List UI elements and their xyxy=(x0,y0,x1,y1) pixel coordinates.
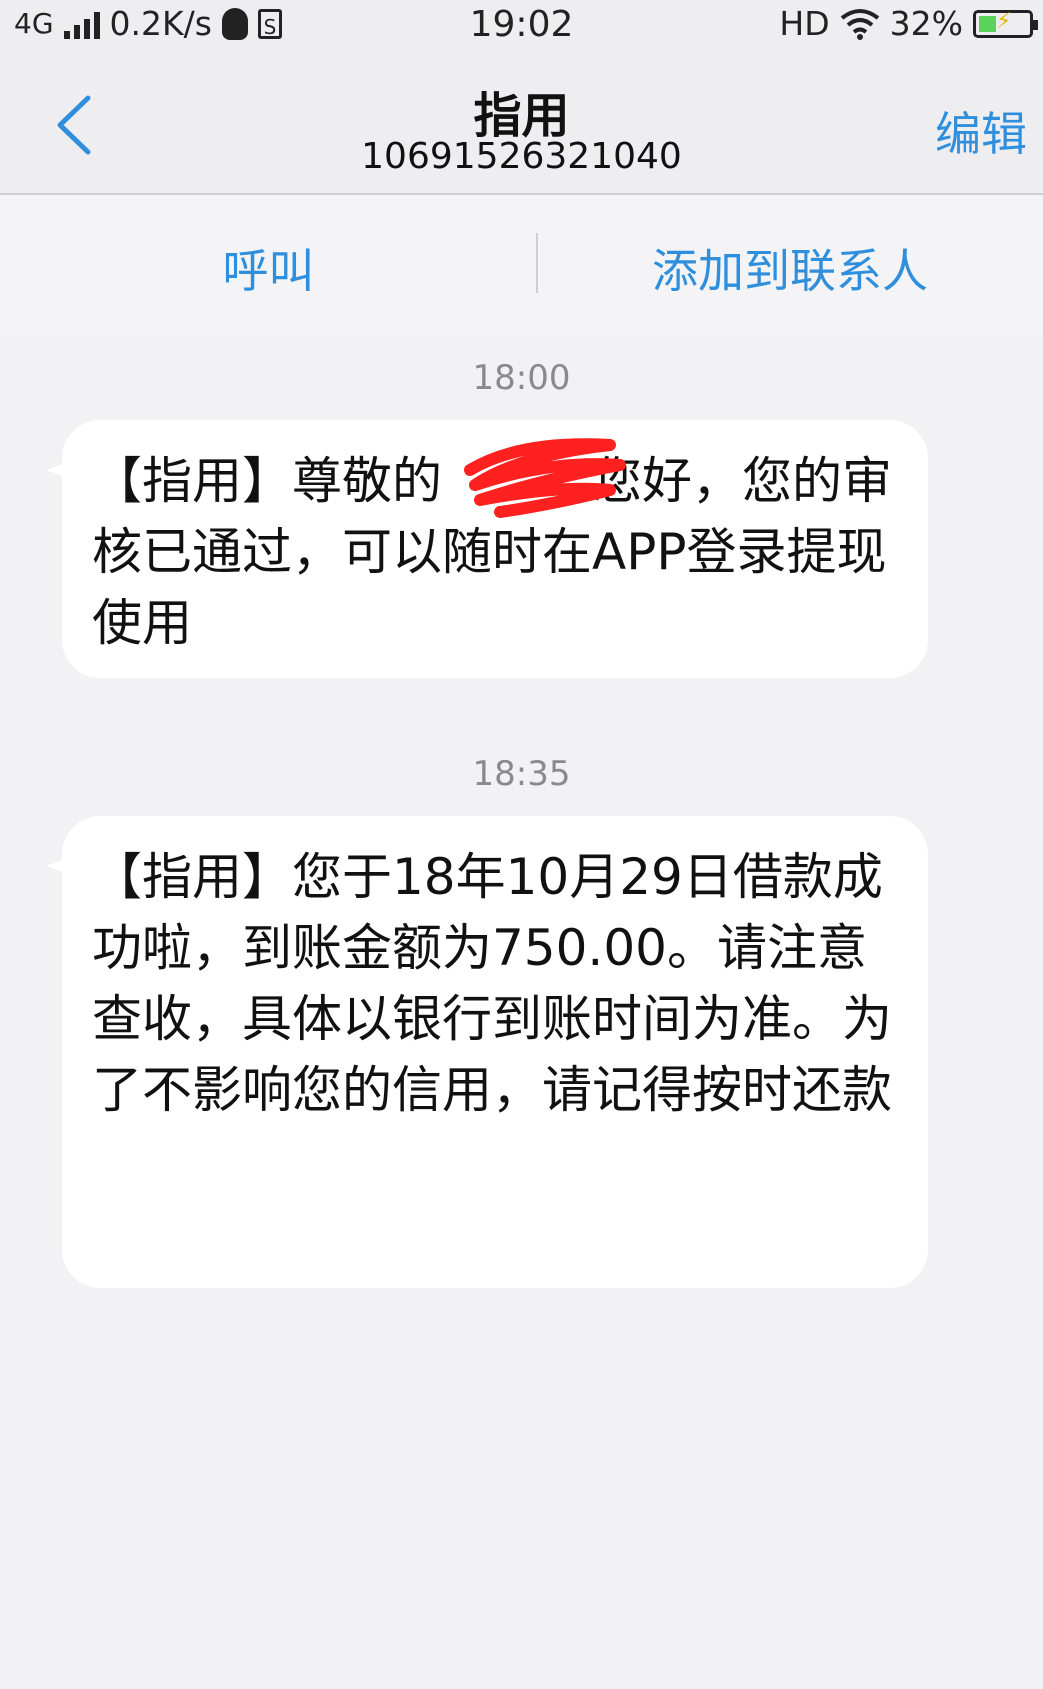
redaction-scribble xyxy=(464,438,626,518)
contact-actions: 呼叫 添加到联系人 xyxy=(0,195,1043,335)
message-bubble[interactable]: 【指用】您于18年10月29日借款成功啦，到账金额为750.00。请注意查收，具… xyxy=(62,816,928,1288)
edit-button[interactable]: 编辑 xyxy=(935,98,1027,164)
battery-icon: ⚡ xyxy=(973,8,1038,38)
battery-fill xyxy=(979,15,997,32)
battery-percent: 32% xyxy=(889,4,963,43)
status-bar: 4G 0.2K/s S 19:02 HD 32% ⚡ xyxy=(0,0,1043,50)
message-timestamp: 18:00 xyxy=(472,358,571,398)
status-right: HD 32% ⚡ xyxy=(779,4,1038,43)
add-contact-button[interactable]: 添加到联系人 xyxy=(537,235,1043,301)
message-timestamp: 18:35 xyxy=(472,754,571,794)
charging-icon: ⚡ xyxy=(996,8,1012,34)
hd-indicator: HD xyxy=(779,4,830,43)
contact-number: 10691526321040 xyxy=(361,136,682,177)
call-button[interactable]: 呼叫 xyxy=(0,235,537,301)
wifi-icon xyxy=(840,8,879,40)
conversation-header: 指用 10691526321040 编辑 xyxy=(0,50,1043,195)
message-text: 【指用】您于18年10月29日借款成功啦，到账金额为750.00。请注意查收，具… xyxy=(92,848,892,1119)
